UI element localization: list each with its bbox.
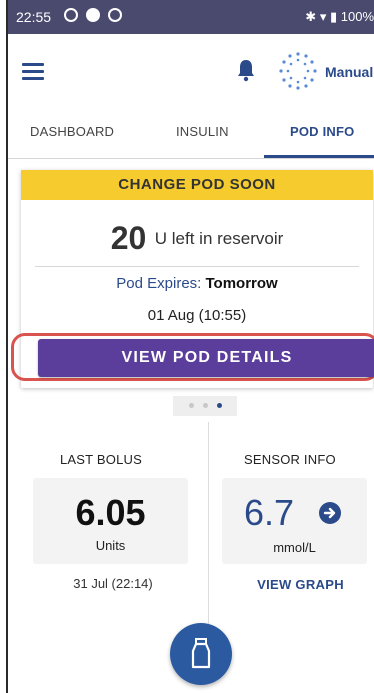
tab-pod-info[interactable]: POD INFO: [290, 124, 354, 139]
status-bar: 22:55 ✱ ▾ ▮ 100%: [8, 0, 374, 34]
wifi-icon: ▾: [319, 9, 327, 24]
page-dot-active[interactable]: [217, 403, 222, 408]
view-graph-link[interactable]: VIEW GRAPH: [228, 577, 373, 592]
bell-icon[interactable]: [236, 58, 256, 82]
tab-bar: DASHBOARD INSULIN POD INFO: [8, 112, 374, 159]
pod-expires: Pod Expires: Tomorrow: [21, 275, 373, 292]
sync-notification-icon: [108, 8, 122, 22]
view-pod-details-button[interactable]: VIEW POD DETAILS: [38, 339, 374, 377]
arrow-right-circle-icon: [319, 502, 341, 524]
last-bolus-box: 6.05 Units: [33, 478, 188, 564]
battery-icon: ▮: [329, 9, 338, 24]
card-divider: [35, 266, 359, 267]
last-bolus-timestamp: 31 Jul (22:14): [73, 576, 153, 591]
expires-label: Pod Expires:: [116, 275, 202, 292]
reservoir-units: 20: [110, 220, 147, 256]
app-bar: Manual: [8, 34, 374, 112]
last-bolus-unit: Units: [95, 538, 126, 553]
page-indicator: [173, 396, 237, 416]
tab-insulin[interactable]: INSULIN: [176, 124, 229, 139]
reservoir-info: 20 U left in reservoir: [21, 220, 373, 257]
mode-dots-icon[interactable]: [278, 51, 318, 91]
dot-notification-icon: [86, 8, 100, 22]
last-bolus-title: LAST BOLUS: [60, 452, 142, 467]
battery-level: 100%: [340, 9, 374, 24]
phone-screen: 22:55 ✱ ▾ ▮ 100% Manual DASHBOARD INSULI…: [6, 0, 374, 693]
page-dot[interactable]: [189, 403, 194, 408]
sensor-unit: mmol/L: [273, 540, 316, 555]
pod-icon: [191, 638, 211, 669]
panel-separator: [208, 422, 209, 632]
active-tab-indicator: [264, 155, 374, 158]
circle-notification-icon: [64, 8, 78, 22]
change-pod-banner: CHANGE POD SOON: [21, 170, 373, 200]
sensor-info-title: SENSOR INFO: [244, 452, 336, 467]
last-bolus-value: 6.05: [75, 492, 146, 533]
reservoir-text: U left in reservoir: [154, 228, 284, 248]
tab-dashboard[interactable]: DASHBOARD: [30, 124, 114, 139]
sensor-info-box: 6.7 mmol/L: [222, 478, 367, 564]
mode-label[interactable]: Manual: [325, 64, 373, 80]
hamburger-menu-icon[interactable]: [22, 63, 44, 81]
status-time: 22:55: [16, 9, 52, 25]
expires-value: Tomorrow: [205, 275, 278, 292]
expires-date: 01 Aug (10:55): [147, 307, 247, 324]
page-dot[interactable]: [203, 403, 208, 408]
pod-action-button[interactable]: [170, 623, 232, 685]
bluetooth-icon: ✱: [305, 9, 317, 24]
sensor-value: 6.7: [244, 492, 295, 533]
status-right: ✱ ▾ ▮ 100%: [305, 9, 374, 25]
